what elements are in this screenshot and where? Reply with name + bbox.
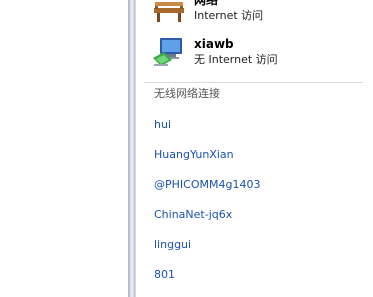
network-flyout-panel: 网络 Internet 访问 xiawb 无 Internet 访问 无线网络连…: [135, 0, 373, 297]
connection-name: 网络: [194, 0, 219, 7]
connection-status: 无 Internet 访问: [194, 53, 278, 66]
desktop-area: [0, 0, 128, 297]
wireless-section-heading: 无线网络连接: [154, 87, 220, 100]
wireless-network-item[interactable]: linggui: [136, 230, 372, 260]
connection-name: xiawb: [194, 37, 234, 51]
connection-item-xiawb[interactable]: xiawb 无 Internet 访问: [152, 36, 372, 76]
wireless-network-item[interactable]: hui: [136, 110, 372, 140]
wireless-network-item[interactable]: HuangYunXian: [136, 140, 372, 170]
network-computer-icon: [153, 38, 182, 66]
network-bench-icon: [154, 2, 184, 22]
wireless-network-item[interactable]: 801: [136, 260, 372, 290]
wireless-network-item[interactable]: @PHICOMM4g1403: [136, 170, 372, 200]
connection-status: Internet 访问: [194, 9, 264, 22]
wireless-network-list: hui HuangYunXian @PHICOMM4g1403 ChinaNet…: [136, 110, 372, 290]
connection-item-network[interactable]: 网络 Internet 访问: [152, 0, 372, 32]
section-separator: [144, 82, 363, 83]
wireless-network-item[interactable]: ChinaNet-jq6x: [136, 200, 372, 230]
popup-frame-edge: [128, 0, 135, 297]
